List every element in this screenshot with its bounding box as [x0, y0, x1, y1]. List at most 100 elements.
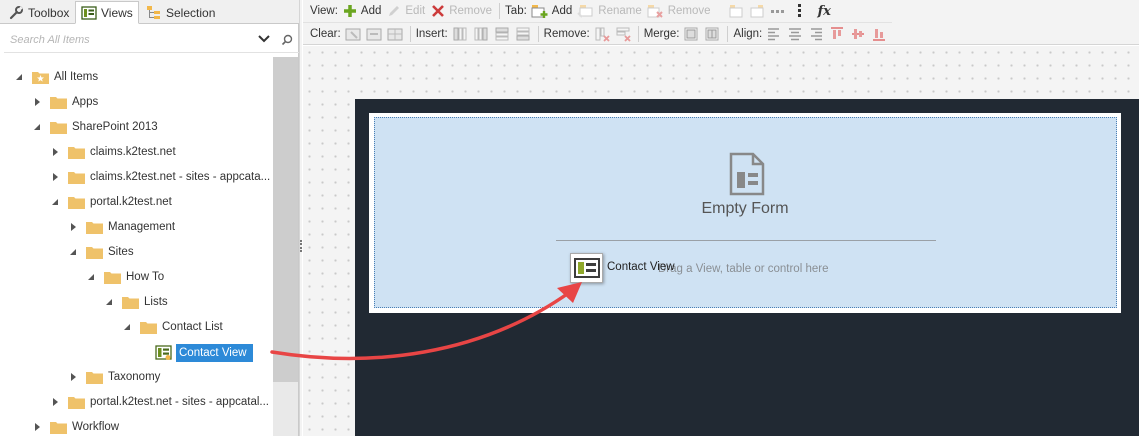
- align-bottom-icon[interactable]: [871, 26, 887, 42]
- remove-tab-button[interactable]: Remove: [647, 3, 711, 19]
- tree-item-label: How To: [126, 271, 165, 283]
- insert-column-right-icon[interactable]: [473, 26, 489, 42]
- folder-icon: [68, 197, 85, 209]
- tree-scrollbar-thumb[interactable]: [273, 57, 298, 382]
- vertical-dots-icon[interactable]: [791, 3, 807, 19]
- fx-icon: fx: [817, 3, 831, 19]
- tree-item-how-to[interactable]: How To: [86, 266, 164, 288]
- collapse-arrow-icon[interactable]: [50, 197, 60, 207]
- align-top-icon[interactable]: [829, 26, 845, 42]
- clear-table-icon[interactable]: [387, 26, 403, 42]
- folder-icon: [50, 97, 67, 109]
- tree-item-workflow[interactable]: Workflow: [32, 416, 119, 436]
- tab-toolbox-label: Toolbox: [28, 5, 70, 20]
- folder-icon: [68, 172, 85, 184]
- rename-icon: [577, 5, 593, 18]
- tree-item-label: Apps: [72, 96, 99, 108]
- search-input[interactable]: [10, 30, 240, 50]
- tree-item-label: Contact View: [176, 344, 253, 362]
- tree-item-label: Management: [108, 221, 176, 233]
- collapse-arrow-icon[interactable]: [104, 297, 114, 307]
- panel-splitter[interactable]: [299, 0, 302, 436]
- tree-item-apps[interactable]: Apps: [32, 91, 98, 113]
- tree-item-claims-k2test[interactable]: claims.k2test.net: [50, 141, 176, 163]
- collapse-arrow-icon[interactable]: [86, 272, 96, 282]
- rename-tab-button[interactable]: Rename: [577, 3, 642, 19]
- clear-row-icon[interactable]: [366, 26, 382, 42]
- tab-right-icon[interactable]: [749, 3, 765, 19]
- tree-item-contact-list[interactable]: Contact List: [122, 316, 223, 338]
- folder-icon: [104, 272, 121, 284]
- edit-view-button[interactable]: Edit: [386, 3, 425, 19]
- expression-button[interactable]: fx: [818, 4, 831, 19]
- splitter-grip[interactable]: [300, 240, 302, 252]
- tree-item-label: claims.k2test.net: [90, 146, 176, 158]
- wrench-icon: [9, 5, 23, 19]
- tree-item-contact-view[interactable]: Contact View: [155, 342, 253, 364]
- collapse-arrow-icon[interactable]: [68, 247, 78, 257]
- panel-tabs: Toolbox Views Selection: [0, 0, 299, 24]
- tree-item-label: portal.k2test.net: [90, 196, 172, 208]
- tree-item-portal-k2test[interactable]: portal.k2test.net: [50, 191, 172, 213]
- expand-arrow-icon[interactable]: [68, 222, 78, 232]
- tab-views[interactable]: Views: [75, 1, 139, 24]
- align-right-icon[interactable]: [808, 26, 824, 42]
- insert-row-above-icon[interactable]: [494, 26, 510, 42]
- expand-arrow-icon[interactable]: [32, 97, 42, 107]
- tree-item-portal-k2test-appcatalog[interactable]: portal.k2test.net - sites - appcatal...: [50, 391, 269, 413]
- tab-left-icon[interactable]: [728, 3, 744, 19]
- expand-arrow-icon[interactable]: [50, 397, 60, 407]
- chevron-down-icon[interactable]: [257, 33, 271, 45]
- collapse-arrow-icon[interactable]: [32, 122, 42, 132]
- remove-column-icon[interactable]: [594, 26, 610, 42]
- align-center-icon[interactable]: [787, 26, 803, 42]
- tree-item-label: Workflow: [72, 421, 120, 433]
- expand-arrow-icon[interactable]: [32, 422, 42, 432]
- align-left-icon[interactable]: [766, 26, 782, 42]
- tree-item-sharepoint-2013[interactable]: SharePoint 2013: [32, 116, 158, 138]
- align-middle-icon[interactable]: [850, 26, 866, 42]
- add-tab-label: Add: [551, 5, 573, 17]
- tree-item-label: Lists: [144, 296, 168, 308]
- dragged-view-item[interactable]: Contact View: [570, 253, 675, 283]
- tree-item-taxonomy[interactable]: Taxonomy: [68, 366, 160, 388]
- document-icon: [729, 152, 765, 196]
- expand-arrow-icon[interactable]: [68, 372, 78, 382]
- tree-item-label: Sites: [108, 246, 134, 258]
- search-icon[interactable]: [281, 34, 293, 46]
- more-dots-icon[interactable]: [770, 3, 786, 19]
- folder-icon: [86, 247, 103, 259]
- tree-item-label: claims.k2test.net - sites - appcata...: [90, 171, 271, 183]
- tab-selection[interactable]: Selection: [140, 1, 221, 24]
- tree-item-label: All Items: [54, 71, 99, 83]
- align-group-label: Align:: [733, 27, 763, 40]
- folder-icon: [50, 122, 67, 134]
- clear-cell-icon[interactable]: [345, 26, 361, 42]
- folder-icon: [86, 222, 103, 234]
- remove-row-icon[interactable]: [615, 26, 631, 42]
- tree-item-lists[interactable]: Lists: [104, 291, 168, 313]
- merge-group-label: Merge:: [643, 27, 680, 40]
- designer-toolbar: View: Add Edit Remove Tab: Add Rename Re…: [303, 0, 1139, 45]
- edit-view-label: Edit: [405, 5, 426, 17]
- plus-icon: [343, 5, 356, 17]
- insert-column-left-icon[interactable]: [452, 26, 468, 42]
- remove-view-button[interactable]: Remove: [430, 3, 492, 19]
- expand-arrow-icon[interactable]: [50, 172, 60, 182]
- insert-row-below-icon[interactable]: [515, 26, 531, 42]
- split-cells-icon[interactable]: [704, 26, 720, 42]
- tree-item-label: Taxonomy: [108, 371, 161, 383]
- add-tab-button[interactable]: Add: [531, 3, 572, 19]
- tree-item-sites[interactable]: Sites: [68, 241, 134, 263]
- expand-arrow-icon[interactable]: [50, 147, 60, 157]
- tree-item-all-items[interactable]: All Items: [14, 66, 98, 88]
- merge-cells-icon[interactable]: [683, 26, 699, 42]
- collapse-arrow-icon[interactable]: [14, 72, 24, 82]
- toolbar-row-1: View: Add Edit Remove Tab: Add Rename Re…: [303, 0, 836, 22]
- tab-group-label: Tab:: [505, 5, 527, 17]
- tree-item-management[interactable]: Management: [68, 216, 175, 238]
- add-view-button[interactable]: Add: [342, 3, 381, 19]
- collapse-arrow-icon[interactable]: [122, 322, 132, 332]
- tab-toolbox[interactable]: Toolbox: [2, 1, 75, 24]
- tree-item-claims-k2test-appcatalog[interactable]: claims.k2test.net - sites - appcata...: [50, 166, 270, 188]
